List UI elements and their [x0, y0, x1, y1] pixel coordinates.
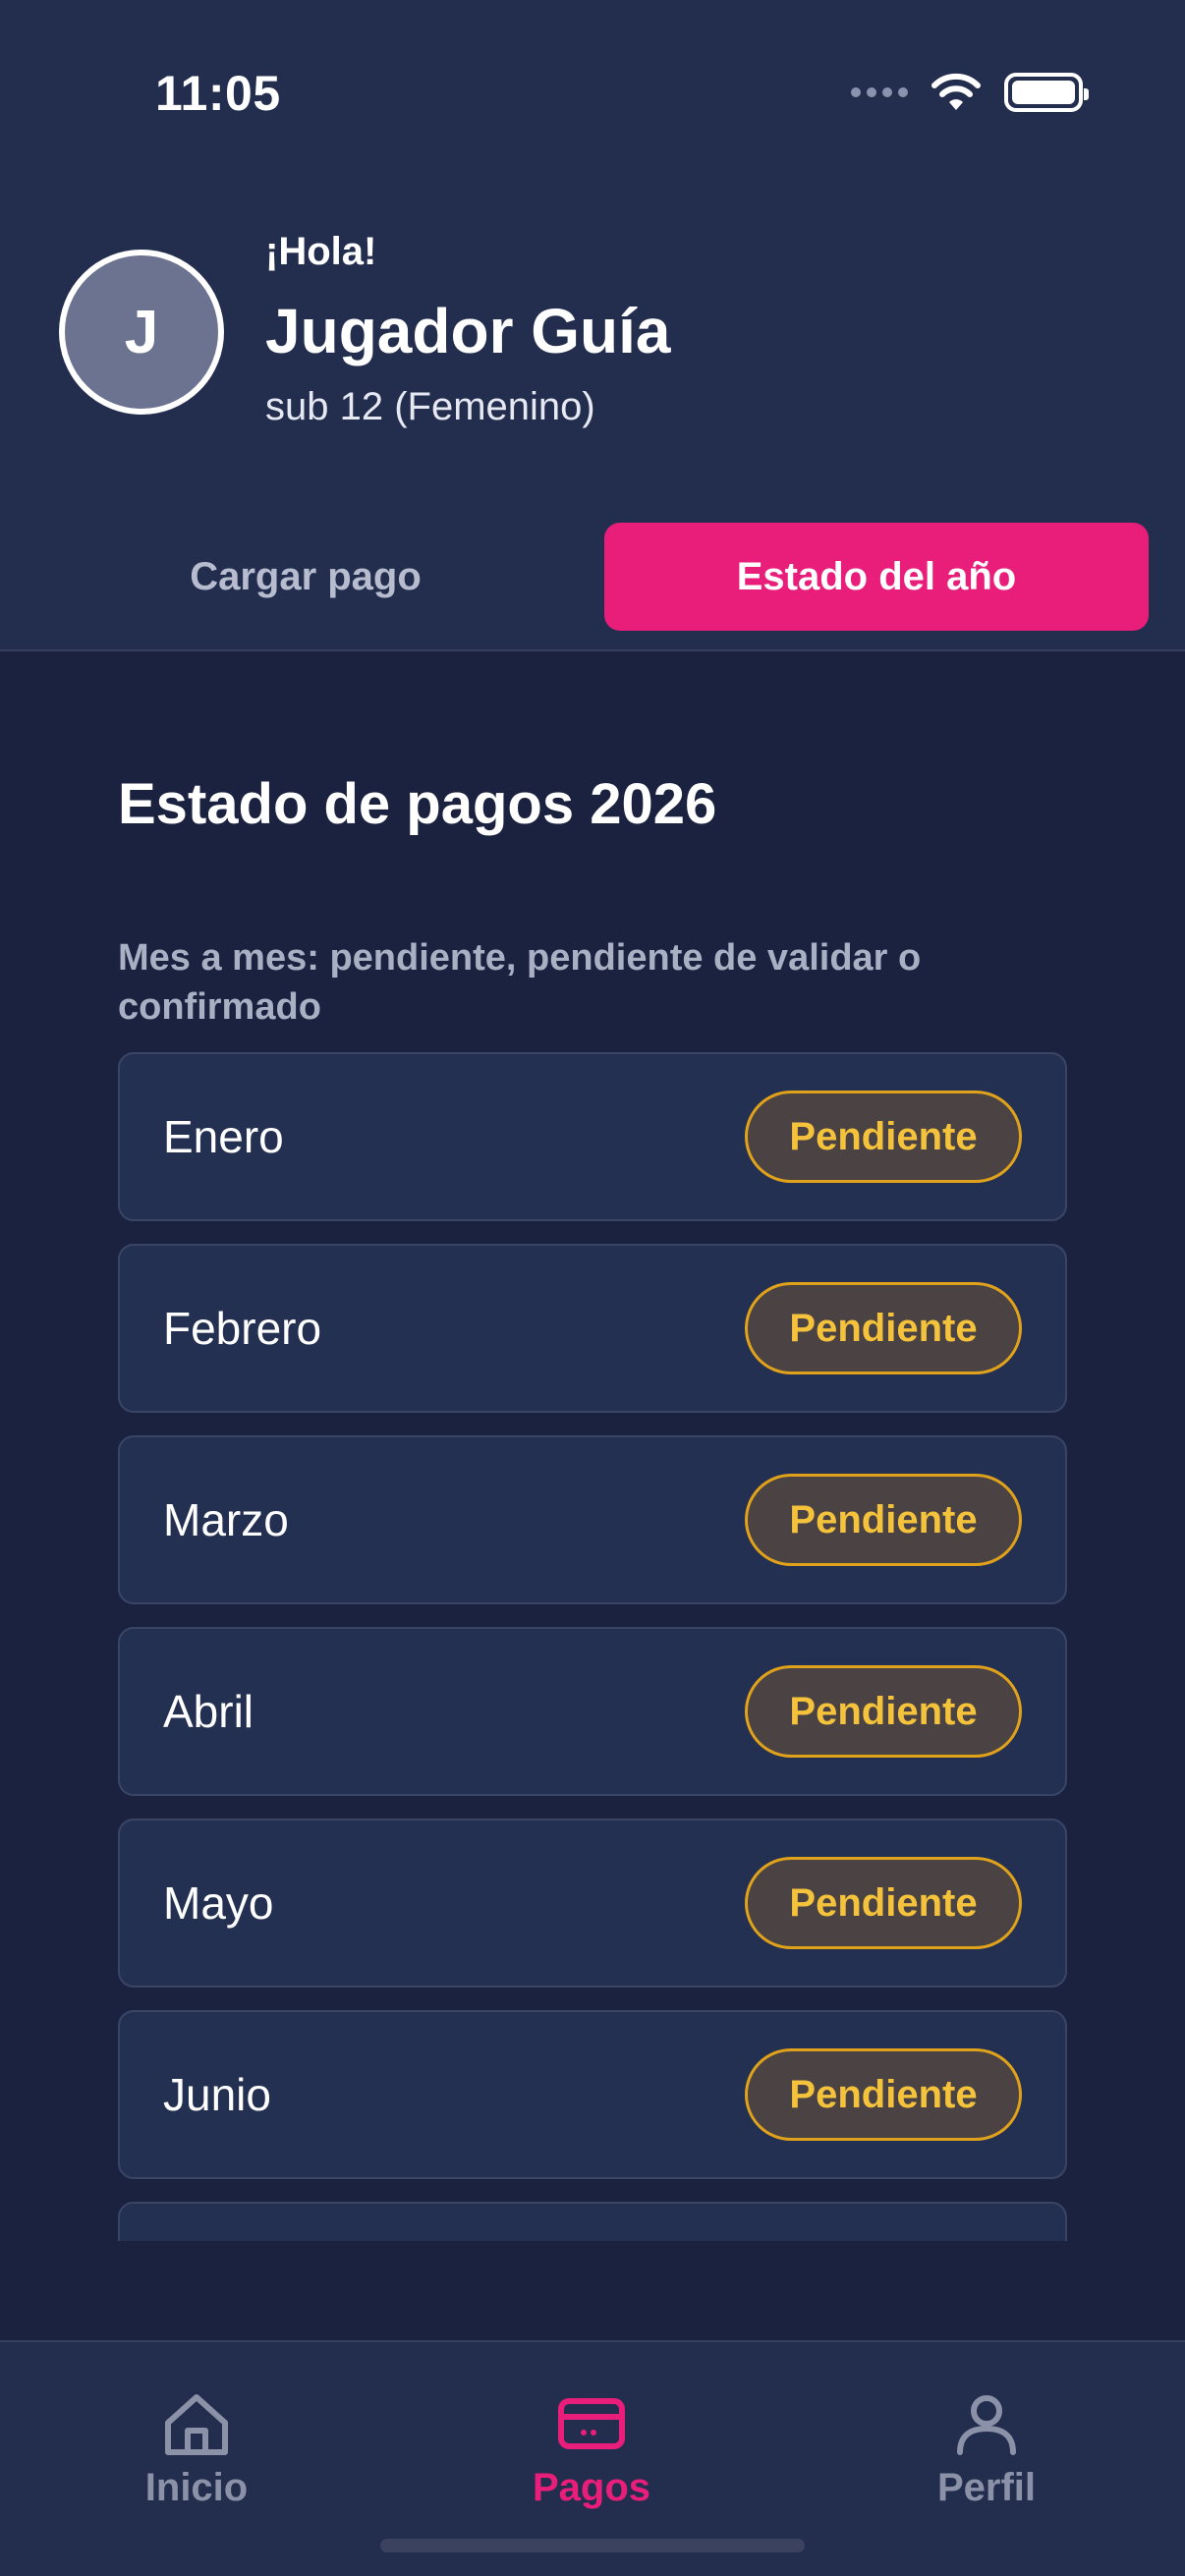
list-item[interactable]: Enero Pendiente	[118, 1052, 1067, 1221]
avatar[interactable]: J	[59, 250, 224, 415]
home-icon	[165, 2394, 228, 2455]
user-name: Jugador Guía	[265, 296, 671, 366]
credit-card-icon	[558, 2398, 625, 2449]
status-icons	[851, 73, 1089, 112]
status-badge: Pendiente	[745, 2048, 1022, 2141]
month-label: Enero	[163, 1111, 284, 1162]
home-indicator[interactable]	[380, 2539, 805, 2552]
month-label: Febrero	[163, 1303, 322, 1354]
list-item[interactable]: Abril Pendiente	[118, 1627, 1067, 1796]
status-badge: Pendiente	[745, 1091, 1022, 1183]
tab-cargar-pago[interactable]: Cargar pago	[33, 523, 578, 631]
list-item[interactable]	[118, 2202, 1067, 2241]
status-badge: Pendiente	[745, 1665, 1022, 1758]
list-item[interactable]: Marzo Pendiente	[118, 1435, 1067, 1604]
month-label: Abril	[163, 1686, 254, 1737]
nav-item-pagos[interactable]: Pagos	[444, 2342, 739, 2539]
month-label: Junio	[163, 2069, 271, 2120]
header: 11:05 J ¡Hola! Jugador Guía sub 12 (Feme…	[0, 0, 1185, 651]
nav-label: Pagos	[532, 2466, 651, 2509]
section-description: Mes a mes: pendiente, pendiente de valid…	[118, 937, 922, 1028]
person-icon	[957, 2395, 1016, 2455]
nav-label: Inicio	[144, 2466, 249, 2509]
tab-estado-del-ano[interactable]: Estado del año	[604, 523, 1149, 631]
nav-label: Perfil	[936, 2466, 1037, 2509]
list-item[interactable]: Mayo Pendiente	[118, 1819, 1067, 1988]
greeting-text: ¡Hola!	[265, 230, 377, 273]
list-item[interactable]: Junio Pendiente	[118, 2010, 1067, 2179]
status-time: 11:05	[155, 66, 281, 121]
user-category: sub 12 (Femenino)	[265, 385, 595, 428]
wifi-icon	[931, 73, 981, 110]
status-badge: Pendiente	[745, 1857, 1022, 1949]
month-label: Mayo	[163, 1877, 274, 1929]
page-title: Estado de pagos 2026	[118, 772, 717, 836]
cellular-signal-icon	[851, 87, 908, 97]
list-item[interactable]: Febrero Pendiente	[118, 1244, 1067, 1413]
month-status-list[interactable]: Enero Pendiente Febrero Pendiente Marzo …	[118, 1052, 1067, 2241]
payments-screen: 11:05 J ¡Hola! Jugador Guía sub 12 (Feme…	[0, 0, 1185, 2576]
nav-item-inicio[interactable]: Inicio	[49, 2342, 344, 2539]
nav-item-perfil[interactable]: Perfil	[839, 2342, 1134, 2539]
month-label: Marzo	[163, 1494, 289, 1545]
status-badge: Pendiente	[745, 1474, 1022, 1566]
battery-icon	[1004, 73, 1089, 112]
status-badge: Pendiente	[745, 1282, 1022, 1374]
